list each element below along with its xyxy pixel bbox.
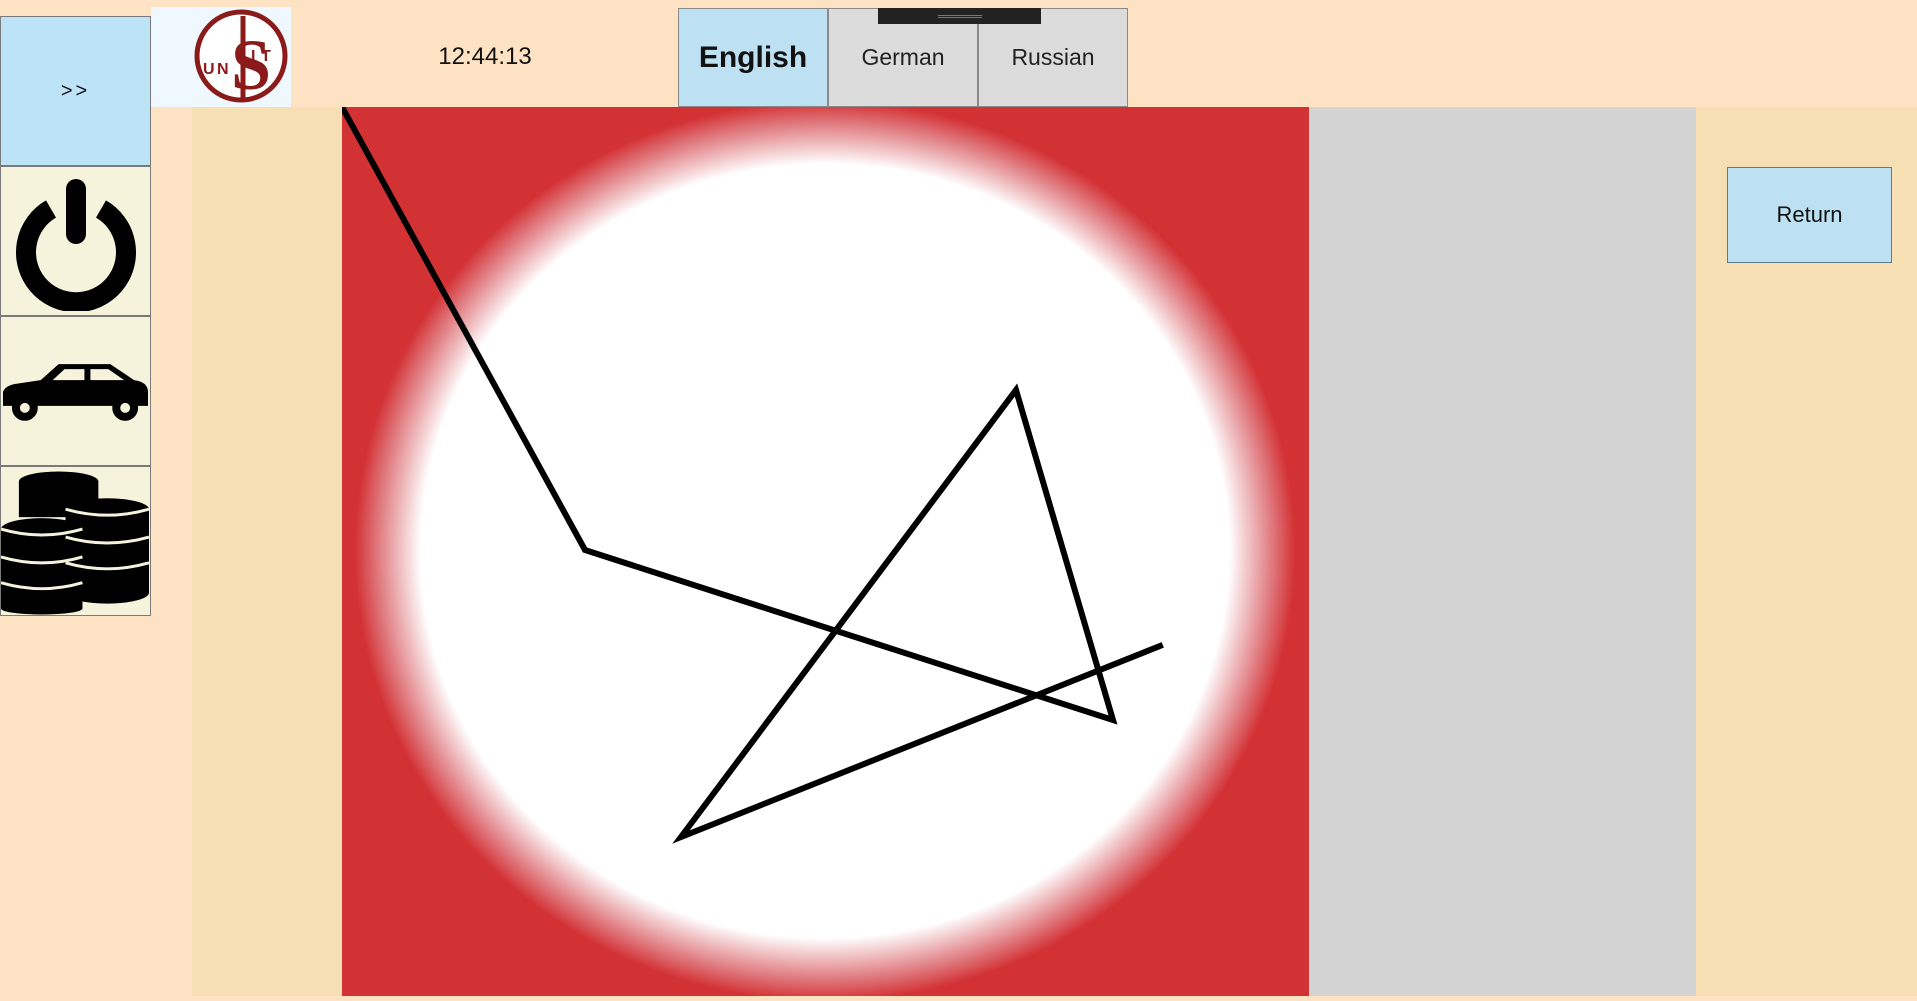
- drawn-stroke: [337, 102, 1164, 844]
- car-icon: [2, 364, 149, 421]
- coins-icon: [1, 471, 150, 615]
- svg-text:T: T: [261, 48, 271, 65]
- left-panel: [192, 107, 342, 996]
- clock: 12:44:13: [438, 43, 532, 70]
- svg-text:S: S: [231, 25, 271, 105]
- svg-text:I: I: [251, 48, 255, 65]
- side-panel: [1309, 107, 1696, 996]
- language-english-button[interactable]: English: [678, 8, 828, 107]
- finance-button[interactable]: [0, 466, 151, 616]
- logo: U N S I T: [151, 7, 291, 107]
- return-button[interactable]: Return: [1727, 167, 1892, 263]
- svg-text:U: U: [203, 61, 215, 78]
- vehicle-button[interactable]: [0, 316, 151, 466]
- unsit-logo-icon: U N S I T: [194, 9, 288, 105]
- expand-sidebar-button[interactable]: >>: [0, 16, 151, 166]
- svg-text:N: N: [217, 61, 229, 78]
- power-icon: [15, 179, 136, 311]
- drawing-canvas[interactable]: [337, 102, 1309, 996]
- drag-handle-grip-icon: [938, 15, 982, 18]
- power-button[interactable]: [0, 166, 151, 316]
